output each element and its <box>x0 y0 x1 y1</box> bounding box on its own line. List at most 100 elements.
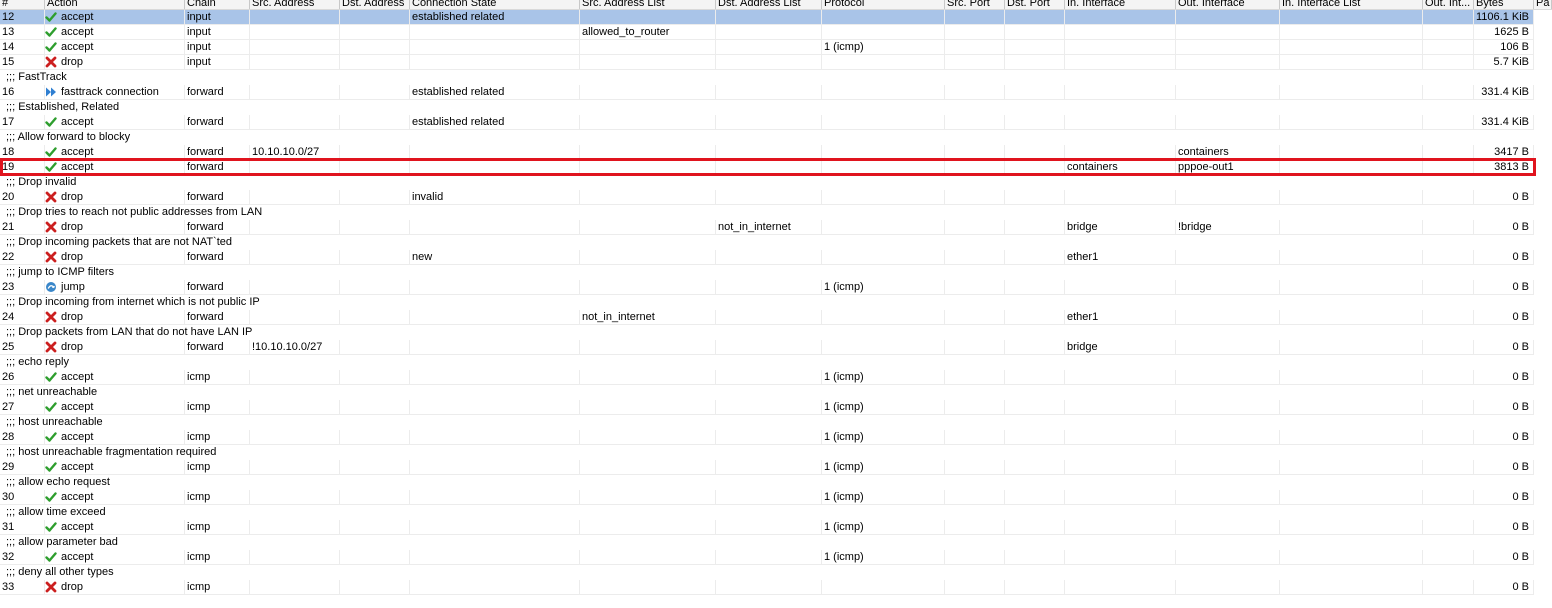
cell-outif <box>1176 40 1280 54</box>
cell-num: 12 <box>0 10 45 24</box>
column-header-proto[interactable]: Protocol <box>822 0 945 9</box>
rule-comment[interactable]: ;;; allow echo request <box>0 475 1534 490</box>
table-row[interactable]: 27 accept icmp 1 (icmp) 0 B <box>0 400 1552 415</box>
column-header-pa[interactable]: Pa <box>1534 0 1552 9</box>
column-header-sport[interactable]: Src. Port <box>945 0 1005 9</box>
cell-dstlist <box>716 580 822 594</box>
cell-inif: bridge <box>1065 340 1176 354</box>
rule-comment[interactable]: ;;; Drop invalid <box>0 175 1534 190</box>
rule-comment[interactable]: ;;; Established, Related <box>0 100 1534 115</box>
cell-num: 18 <box>0 145 45 159</box>
cell-inif <box>1065 280 1176 294</box>
table-row[interactable]: 13 accept input allowed_to_router 1625 B <box>0 25 1552 40</box>
column-header-iniflist[interactable]: In. Interface List <box>1280 0 1423 9</box>
cell-iniflist <box>1280 340 1423 354</box>
cell-num: 19 <box>0 160 45 174</box>
table-row[interactable]: 22 drop forward new ether1 0 B <box>0 250 1552 265</box>
column-header-bytes[interactable]: Bytes <box>1474 0 1534 9</box>
rule-comment[interactable]: ;;; deny all other types <box>0 565 1534 580</box>
table-row[interactable]: 23 jump forward 1 (icmp) 0 B <box>0 280 1552 295</box>
table-row[interactable]: 25 drop forward !10.10.10.0/27 bridge 0 B <box>0 340 1552 355</box>
column-header-state[interactable]: Connection State <box>410 0 580 9</box>
table-row[interactable]: 31 accept icmp 1 (icmp) 0 B <box>0 520 1552 535</box>
cell-bytes: 0 B <box>1474 370 1534 384</box>
column-header-chain[interactable]: Chain <box>185 0 250 9</box>
column-header-action[interactable]: Action <box>45 0 185 9</box>
cell-src <box>250 580 340 594</box>
cell-outif <box>1176 85 1280 99</box>
cell-outint <box>1423 10 1474 24</box>
rule-comment[interactable]: ;;; net unreachable <box>0 385 1534 400</box>
cell-outif: pppoe-out1 <box>1176 160 1280 174</box>
cell-inif <box>1065 10 1176 24</box>
table-row[interactable]: 32 accept icmp 1 (icmp) 0 B <box>0 550 1552 565</box>
cell-outint <box>1423 25 1474 39</box>
rule-comment-text: ;;; echo reply <box>6 356 69 368</box>
table-row[interactable]: 15 drop input 5.7 KiB <box>0 55 1552 70</box>
column-header-dstlist[interactable]: Dst. Address List <box>716 0 822 9</box>
cell-outif <box>1176 460 1280 474</box>
cell-action: drop <box>45 250 185 264</box>
cell-iniflist <box>1280 55 1423 69</box>
column-header-dst[interactable]: Dst. Address <box>340 0 410 9</box>
cell-src <box>250 220 340 234</box>
cell-num: 21 <box>0 220 45 234</box>
cell-sport <box>945 85 1005 99</box>
cell-proto <box>822 250 945 264</box>
cell-outif <box>1176 490 1280 504</box>
table-row[interactable]: 33 drop icmp 0 B <box>0 580 1552 595</box>
table-row[interactable]: 14 accept input 1 (icmp) 106 B <box>0 40 1552 55</box>
rule-comment[interactable]: ;;; host unreachable fragmentation requi… <box>0 445 1534 460</box>
column-header-src[interactable]: Src. Address <box>250 0 340 9</box>
accept-icon <box>45 521 57 533</box>
table-row[interactable]: 17 accept forward established related 331.4 … <box>0 115 1552 130</box>
table-row[interactable]: 12 accept input established related 1106.1 K… <box>0 10 1552 25</box>
cell-dstlist <box>716 460 822 474</box>
table-row[interactable]: 28 accept icmp 1 (icmp) 0 B <box>0 430 1552 445</box>
cell-iniflist <box>1280 580 1423 594</box>
cell-chain: icmp <box>185 430 250 444</box>
cell-src <box>250 430 340 444</box>
table-row[interactable]: 18 accept forward 10.10.10.0/27 containers 34… <box>0 145 1552 160</box>
rule-comment[interactable]: ;;; Drop incoming from internet which is… <box>0 295 1534 310</box>
cell-dstlist <box>716 145 822 159</box>
column-header-outint[interactable]: Out. Int... <box>1423 0 1474 9</box>
table-row[interactable]: 20 drop forward invalid 0 B <box>0 190 1552 205</box>
column-header-outif[interactable]: Out. Interface <box>1176 0 1280 9</box>
action-label: accept <box>61 11 94 23</box>
rule-comment[interactable]: ;;; allow time exceed <box>0 505 1534 520</box>
cell-proto <box>822 55 945 69</box>
cell-bytes: 0 B <box>1474 460 1534 474</box>
table-row[interactable]: 29 accept icmp 1 (icmp) 0 B <box>0 460 1552 475</box>
cell-dst <box>340 340 410 354</box>
rule-comment[interactable]: ;;; FastTrack <box>0 70 1534 85</box>
rule-comment[interactable]: ;;; Allow forward to blocky <box>0 130 1534 145</box>
rule-comment[interactable]: ;;; Drop tries to reach not public addre… <box>0 205 1534 220</box>
table-row[interactable]: 26 accept icmp 1 (icmp) 0 B <box>0 370 1552 385</box>
table-row[interactable]: 19 accept forward containers pppoe-out1 3813 … <box>0 160 1552 175</box>
accept-icon <box>45 461 57 473</box>
cell-src <box>250 490 340 504</box>
table-row[interactable]: 30 accept icmp 1 (icmp) 0 B <box>0 490 1552 505</box>
column-header-dport[interactable]: Dst. Port <box>1005 0 1065 9</box>
rule-comment[interactable]: ;;; host unreachable <box>0 415 1534 430</box>
rule-comment[interactable]: ;;; jump to ICMP filters <box>0 265 1534 280</box>
rule-comment[interactable]: ;;; allow parameter bad <box>0 535 1534 550</box>
cell-sport <box>945 145 1005 159</box>
column-header-inif[interactable]: In. Interface <box>1065 0 1176 9</box>
cell-srclist <box>580 460 716 474</box>
column-header-srclist[interactable]: Src. Address List <box>580 0 716 9</box>
cell-inif <box>1065 40 1176 54</box>
table-row[interactable]: 21 drop forward not_in_internet bridge !bridg… <box>0 220 1552 235</box>
rule-comment[interactable]: ;;; echo reply <box>0 355 1534 370</box>
table-row[interactable]: 24 drop forward not_in_internet ether1 0 B <box>0 310 1552 325</box>
action-label: drop <box>61 581 84 593</box>
table-row[interactable]: 16 fasttrack connection forward established… <box>0 85 1552 100</box>
drop-icon <box>45 311 57 323</box>
column-header-num[interactable]: # <box>0 0 45 9</box>
cell-action: accept <box>45 115 185 129</box>
cell-chain: forward <box>185 280 250 294</box>
rule-comment[interactable]: ;;; Drop packets from LAN that do not ha… <box>0 325 1534 340</box>
cell-chain: icmp <box>185 490 250 504</box>
rule-comment[interactable]: ;;; Drop incoming packets that are not N… <box>0 235 1534 250</box>
